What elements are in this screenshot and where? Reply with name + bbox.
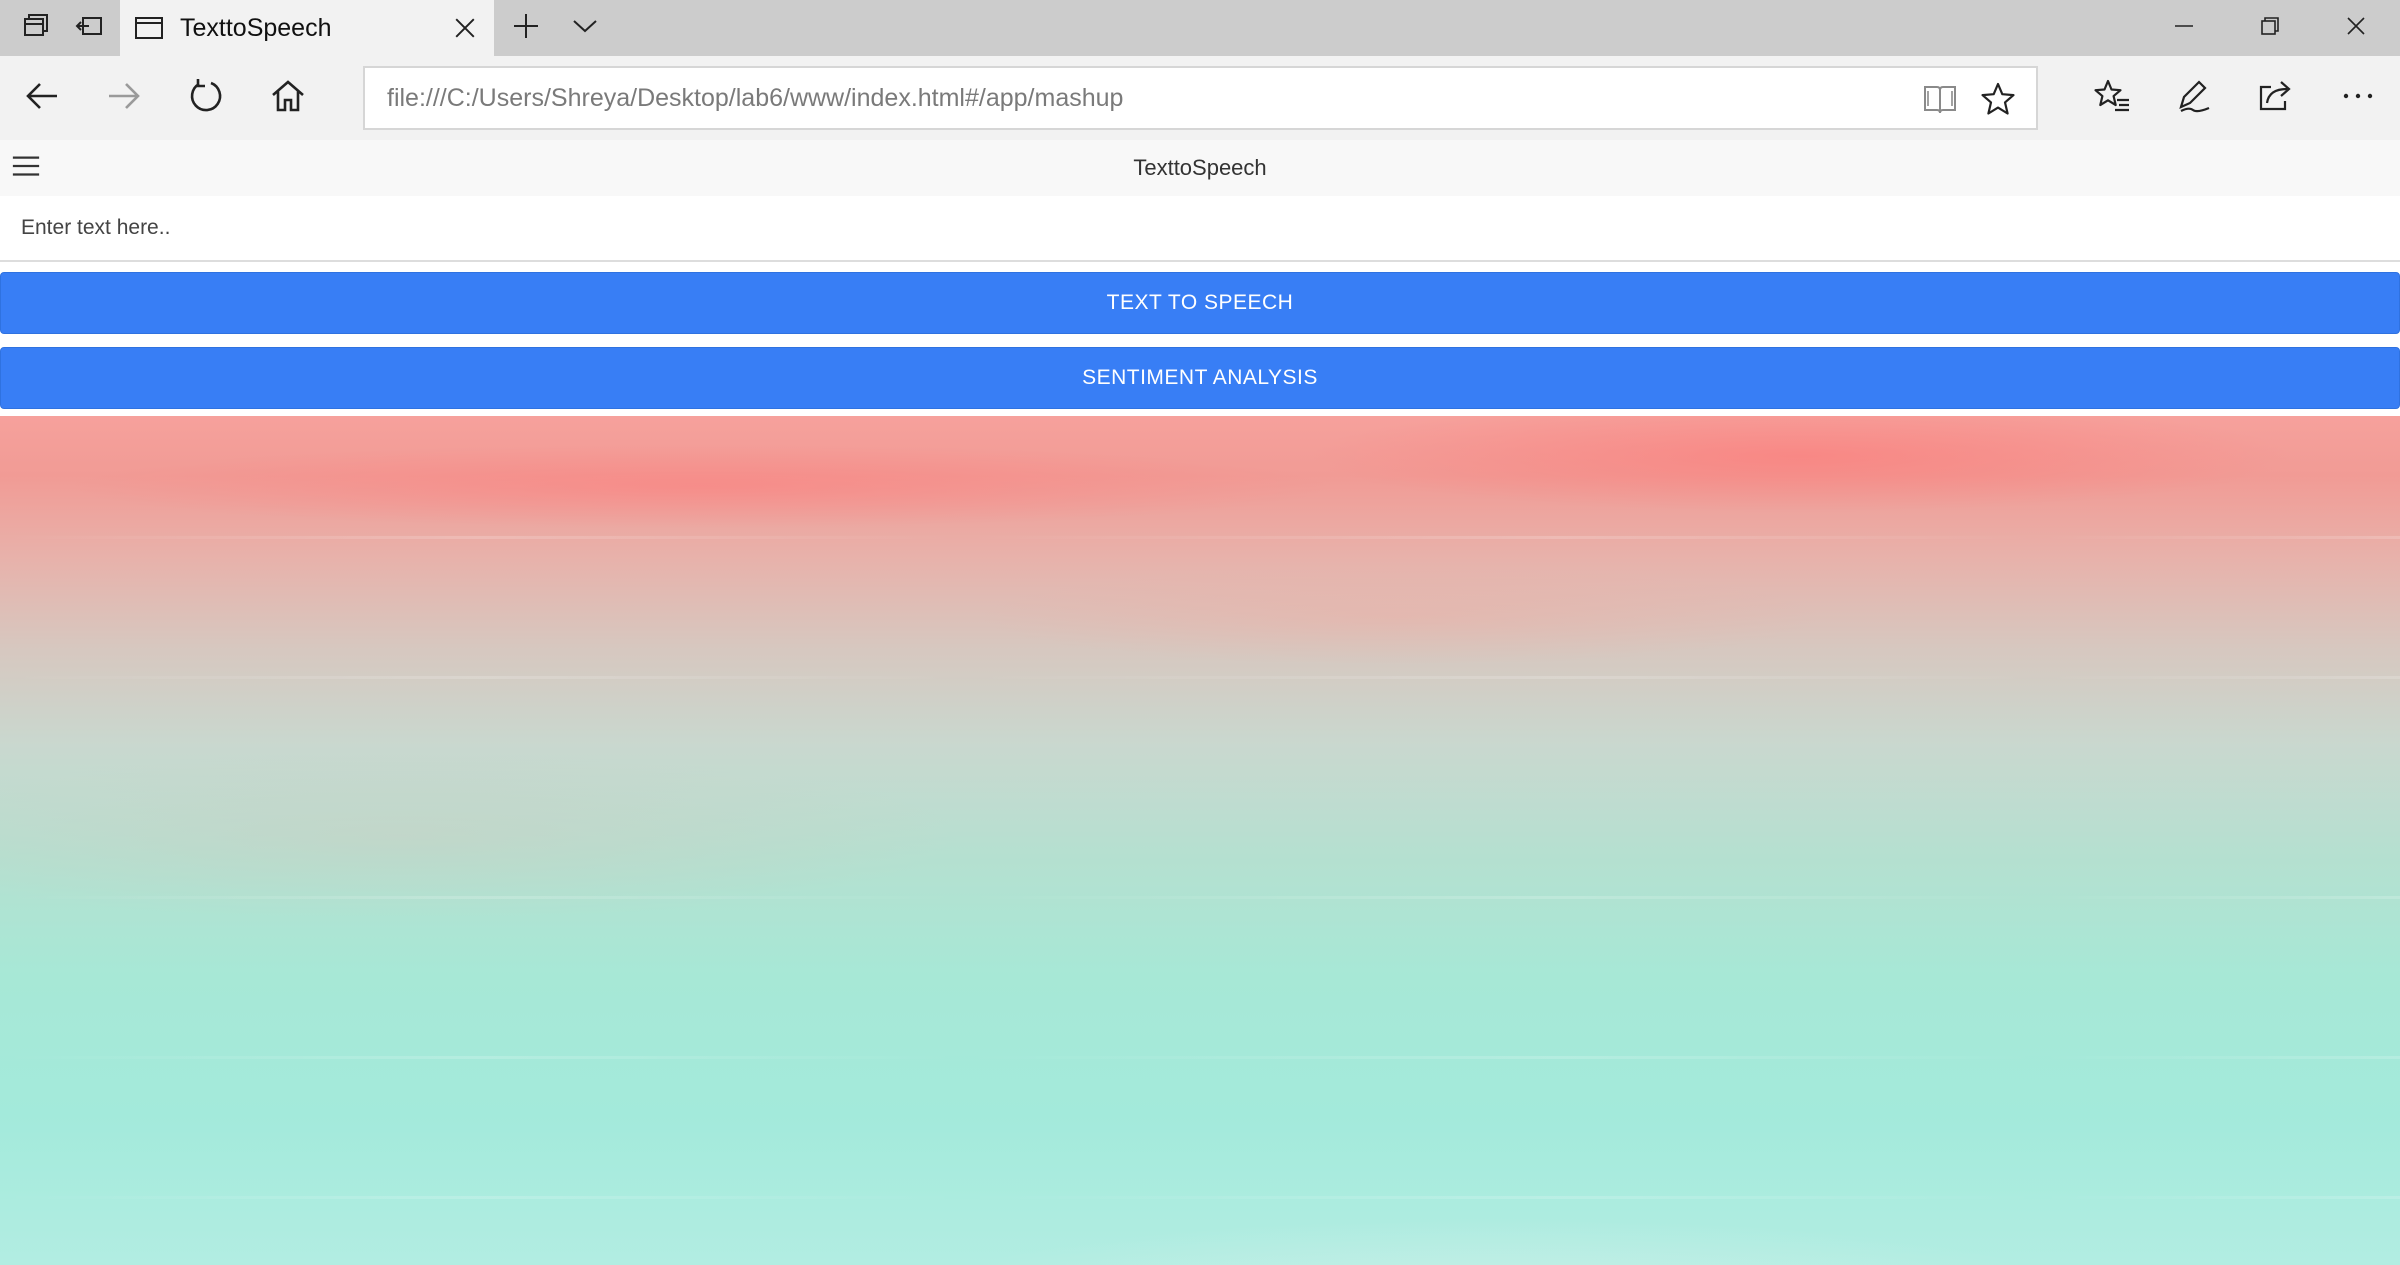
favorites-hub-button[interactable] bbox=[2082, 68, 2142, 128]
tab-texttospeech[interactable]: TexttoSpeech bbox=[120, 0, 494, 56]
minimize-icon bbox=[2173, 15, 2195, 42]
refresh-icon bbox=[187, 77, 225, 120]
tab-list-button[interactable] bbox=[562, 0, 608, 56]
address-bar[interactable]: file:///C:/Users/Shreya/Desktop/lab6/www… bbox=[363, 66, 2038, 130]
home-icon bbox=[269, 77, 307, 120]
new-tab-icon bbox=[511, 11, 541, 46]
share-icon bbox=[2257, 77, 2295, 120]
pen-icon bbox=[2175, 77, 2213, 120]
page-title: TexttoSpeech bbox=[1133, 155, 1267, 180]
window-close-button[interactable] bbox=[2313, 0, 2399, 56]
hamburger-menu-icon bbox=[11, 151, 41, 186]
tab-bar: TexttoSpeech bbox=[0, 0, 2400, 56]
tab-preview-button[interactable] bbox=[12, 0, 60, 56]
reading-view-icon[interactable] bbox=[1919, 78, 1961, 120]
back-arrow-icon bbox=[23, 77, 61, 120]
chevron-down-icon bbox=[570, 11, 600, 46]
minimize-button[interactable] bbox=[2141, 0, 2227, 56]
page-icon bbox=[134, 13, 164, 43]
restore-button[interactable] bbox=[2227, 0, 2313, 56]
forward-arrow-icon bbox=[105, 77, 143, 120]
home-button[interactable] bbox=[258, 68, 318, 128]
refresh-button[interactable] bbox=[176, 68, 236, 128]
browser-window: TexttoSpeech file:///C:/Users/Shreya/Des… bbox=[0, 0, 2400, 1265]
forward-button[interactable] bbox=[94, 68, 154, 128]
text-input[interactable] bbox=[0, 196, 2400, 262]
more-button[interactable] bbox=[2328, 68, 2388, 128]
tab-preview-icon bbox=[21, 11, 51, 46]
text-to-speech-button[interactable]: TEXT TO SPEECH bbox=[0, 272, 2400, 334]
set-aside-tabs-button[interactable] bbox=[66, 0, 114, 56]
restore-icon bbox=[2259, 15, 2281, 42]
more-icon bbox=[2339, 77, 2377, 120]
sentiment-analysis-button[interactable]: SENTIMENT ANALYSIS bbox=[0, 347, 2400, 409]
favorites-hub-icon bbox=[2093, 77, 2131, 120]
app-header: TexttoSpeech bbox=[0, 140, 2400, 196]
web-note-button[interactable] bbox=[2164, 68, 2224, 128]
favorite-star-icon[interactable] bbox=[1977, 78, 2019, 120]
back-button[interactable] bbox=[12, 68, 72, 128]
set-aside-tabs-icon bbox=[75, 11, 105, 46]
window-close-icon bbox=[2345, 15, 2367, 42]
close-icon[interactable] bbox=[450, 13, 480, 43]
address-url[interactable]: file:///C:/Users/Shreya/Desktop/lab6/www… bbox=[387, 84, 1123, 113]
background-image bbox=[0, 416, 2400, 1265]
navigation-toolbar: file:///C:/Users/Shreya/Desktop/lab6/www… bbox=[0, 56, 2400, 140]
menu-button[interactable] bbox=[10, 152, 42, 184]
share-button[interactable] bbox=[2246, 68, 2306, 128]
new-tab-button[interactable] bbox=[503, 0, 549, 56]
tab-title: TexttoSpeech bbox=[180, 13, 332, 42]
